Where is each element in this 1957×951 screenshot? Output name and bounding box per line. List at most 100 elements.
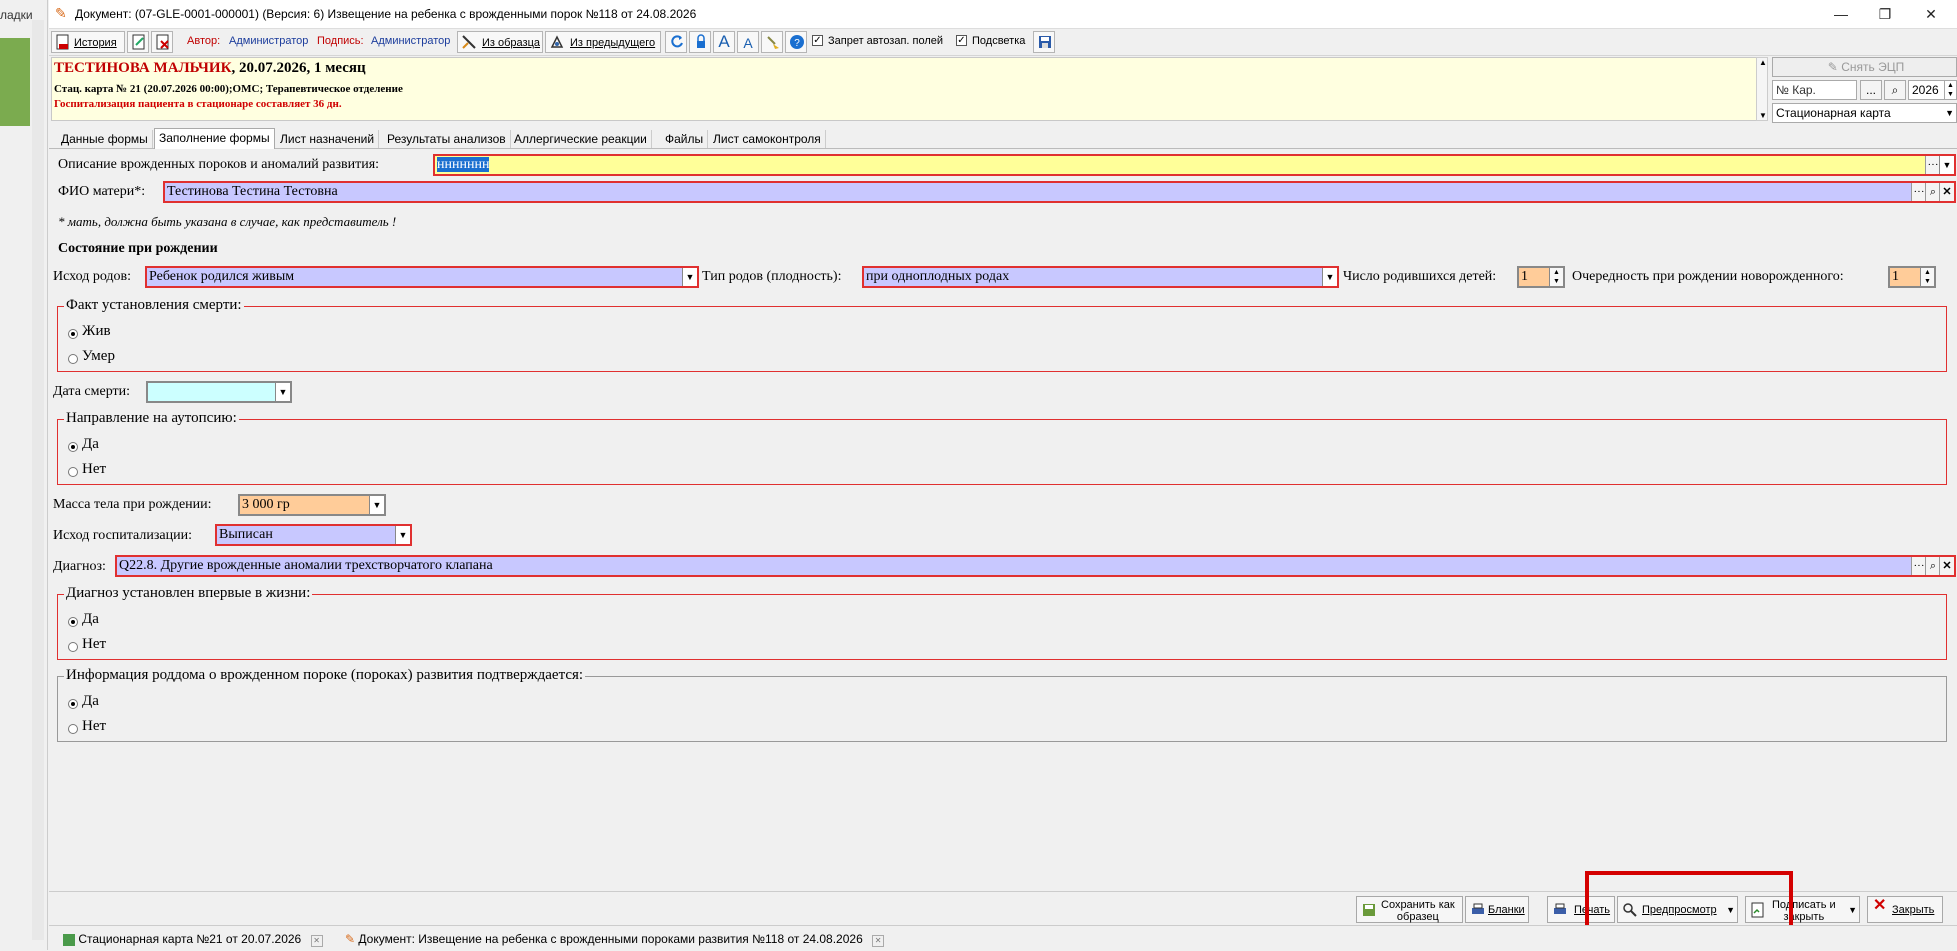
- close-tab-icon[interactable]: ✕: [872, 935, 885, 947]
- chevron-down-icon: ▼: [682, 268, 697, 286]
- first-time-no-label[interactable]: Нет: [82, 636, 106, 653]
- chevron-down-icon: ▼: [369, 496, 384, 514]
- birth-outcome-select[interactable]: Ребенок родился живым ▼: [145, 266, 699, 288]
- save-as-sample-button[interactable]: Сохранить как образец: [1356, 896, 1463, 923]
- doc-tab-card[interactable]: Стационарная карта №21 от 20.07.2026 ✕: [63, 930, 323, 948]
- autopsy-no-radio[interactable]: [68, 467, 78, 477]
- refresh-button[interactable]: [665, 31, 687, 53]
- maternity-confirm-yes-radio[interactable]: [68, 699, 78, 709]
- close-red-x-icon: ✕: [1873, 897, 1887, 914]
- sign-value: Администратор: [371, 35, 451, 47]
- card-browse-button[interactable]: ...: [1860, 80, 1882, 100]
- doc-tab-notice[interactable]: ✎ Документ: Извещение на ребенка с врожд…: [345, 930, 885, 948]
- birth-type-select[interactable]: при одноплодных родах ▼: [862, 266, 1339, 288]
- card-search-button[interactable]: ⌕: [1884, 80, 1906, 100]
- tab-files[interactable]: Файлы: [661, 130, 709, 148]
- year-spinner[interactable]: ▲ ▼: [1944, 80, 1957, 100]
- left-panel-accent: [0, 38, 30, 126]
- lock-button[interactable]: [689, 31, 711, 53]
- from-previous-button[interactable]: Из предыдущего: [545, 31, 661, 53]
- children-count-spinner[interactable]: ▲ ▼: [1549, 268, 1563, 286]
- chevron-down-icon[interactable]: ▼: [1939, 156, 1954, 174]
- year-input[interactable]: 2026: [1908, 80, 1945, 100]
- font-decrease-button[interactable]: A: [737, 31, 759, 53]
- diagnosis-clear-icon[interactable]: ✕: [1939, 557, 1954, 575]
- lock-icon: [697, 34, 705, 48]
- children-count-input[interactable]: 1 ▲ ▼: [1517, 266, 1565, 288]
- diagnosis-search-icon[interactable]: ⌕: [1925, 557, 1940, 575]
- mother-more-button[interactable]: ···: [1911, 183, 1926, 201]
- document-window: ✎ Документ: (07-GLE-0001-000001) (Версия…: [49, 0, 1957, 951]
- death-fact-alive-radio[interactable]: [68, 329, 78, 339]
- patient-header-scrollbar[interactable]: ▲ ▼: [1756, 57, 1768, 121]
- death-fact-dead-label[interactable]: Умер: [82, 348, 115, 365]
- first-time-yes-radio[interactable]: [68, 617, 78, 627]
- card-type-select[interactable]: Стационарная карта ▼: [1772, 103, 1957, 123]
- from-sample-button[interactable]: Из образца: [457, 31, 543, 53]
- chevron-down-icon: ▼: [275, 383, 290, 401]
- title-bar: ✎ Документ: (07-GLE-0001-000001) (Версия…: [49, 0, 1957, 29]
- document-edit-icon: [132, 34, 145, 50]
- tab-self-control[interactable]: Лист самоконтроля: [709, 130, 826, 148]
- tab-allergies[interactable]: Аллергические реакции: [510, 130, 652, 148]
- forbid-autofill-checkbox[interactable]: ✓: [812, 35, 823, 46]
- weight-select[interactable]: 3 000 гр ▼: [238, 494, 386, 516]
- birth-order-spinner[interactable]: ▲ ▼: [1920, 268, 1934, 286]
- remove-ecp-button[interactable]: ✎ Снять ЭЦП: [1772, 57, 1957, 77]
- author-label: Автор:: [187, 35, 221, 47]
- left-panel-scrollbar[interactable]: [32, 20, 44, 940]
- mother-clear-icon[interactable]: ✕: [1939, 183, 1954, 201]
- tab-prescriptions[interactable]: Лист назначений: [276, 130, 380, 148]
- minimize-button[interactable]: —: [1821, 4, 1861, 24]
- mother-search-icon[interactable]: ⌕: [1925, 183, 1940, 201]
- tab-analysis-results[interactable]: Результаты анализов: [383, 130, 511, 148]
- autopsy-yes-radio[interactable]: [68, 442, 78, 452]
- first-time-no-radio[interactable]: [68, 642, 78, 652]
- tab-form-data[interactable]: Данные формы: [57, 130, 153, 148]
- anomalies-more-button[interactable]: ···: [1925, 156, 1940, 174]
- children-count-label: Число родившихся детей:: [1343, 269, 1497, 284]
- blanks-button[interactable]: Бланки: [1465, 896, 1529, 923]
- diagnosis-more-button[interactable]: ···: [1911, 557, 1926, 575]
- maternity-confirm-title: Информация роддома о врожденном пороке (…: [64, 667, 586, 684]
- chevron-down-icon: ▼: [395, 526, 410, 544]
- maternity-confirm-no-radio[interactable]: [68, 724, 78, 734]
- death-fact-dead-radio[interactable]: [68, 354, 78, 364]
- maternity-confirm-no-label[interactable]: Нет: [82, 718, 106, 735]
- restore-button[interactable]: ❐: [1865, 4, 1905, 24]
- help-button[interactable]: ?: [785, 31, 807, 53]
- edit-doc-button[interactable]: [127, 31, 149, 53]
- autopsy-no-label[interactable]: Нет: [82, 461, 106, 478]
- close-button[interactable]: ✕ Закрыть: [1867, 896, 1943, 923]
- mother-field[interactable]: Тестинова Тестина Тестовна ··· ⌕ ✕: [163, 181, 1956, 203]
- first-time-diagnosis-group: Диагноз установлен впервые в жизни: Да Н…: [57, 585, 1947, 660]
- autopsy-yes-label[interactable]: Да: [82, 436, 99, 453]
- close-window-button[interactable]: ✕: [1911, 4, 1951, 24]
- left-panel-label: ладки: [0, 8, 33, 22]
- broom-icon: [767, 36, 779, 49]
- anomalies-field[interactable]: ннннннн ··· ▼: [433, 154, 1956, 176]
- close-tab-icon[interactable]: ✕: [310, 935, 323, 947]
- history-button[interactable]: История: [51, 31, 125, 53]
- highlight-checkbox[interactable]: ✓: [956, 35, 967, 46]
- save-toolbar-button[interactable]: [1033, 31, 1055, 53]
- death-fact-title: Факт установления смерти:: [64, 297, 244, 314]
- delete-doc-button[interactable]: [151, 31, 173, 53]
- left-side-panel: ладки: [0, 0, 48, 950]
- birth-order-input[interactable]: 1 ▲ ▼: [1888, 266, 1936, 288]
- first-time-yes-label[interactable]: Да: [82, 611, 99, 628]
- maternity-confirm-yes-label[interactable]: Да: [82, 693, 99, 710]
- sign-dropdown-icon[interactable]: ▼: [1848, 904, 1857, 916]
- card-number-input[interactable]: № Кар.: [1772, 80, 1857, 100]
- diagnosis-field[interactable]: Q22.8. Другие врожденные аномалии трехст…: [115, 555, 1956, 577]
- tab-form-filling[interactable]: Заполнение формы: [154, 128, 275, 149]
- clear-button[interactable]: [761, 31, 783, 53]
- death-date-input[interactable]: ▼: [146, 381, 292, 403]
- death-fact-alive-label[interactable]: Жив: [82, 323, 111, 340]
- hosp-outcome-select[interactable]: Выписан ▼: [215, 524, 412, 546]
- font-increase-button[interactable]: A: [713, 31, 735, 53]
- forbid-autofill-label: Запрет автозап. полей: [828, 35, 944, 47]
- remove-signature-icon: ✎: [1827, 60, 1838, 74]
- scroll-up-icon: ▲: [1759, 58, 1767, 67]
- chevron-down-icon: ▼: [1945, 108, 1954, 118]
